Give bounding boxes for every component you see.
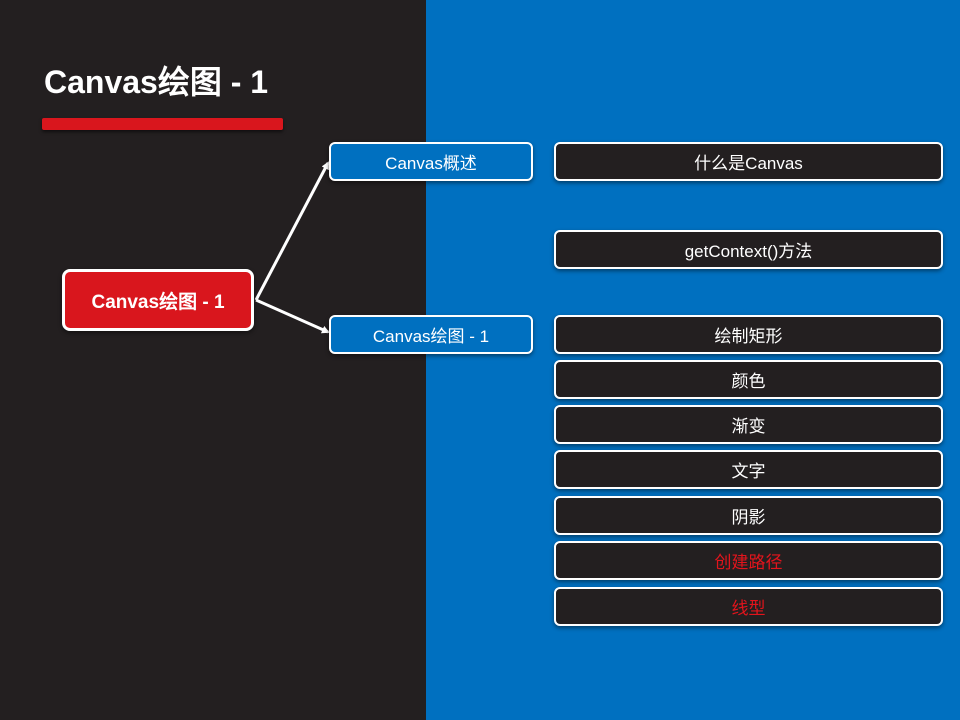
leaf-node: 文字 [554, 450, 943, 489]
leaf-node: getContext()方法 [554, 230, 943, 269]
leaf-node: 创建路径 [554, 541, 943, 580]
title-underline [42, 118, 283, 130]
slide-title: Canvas绘图 - 1 [44, 64, 269, 100]
root-node: Canvas绘图 - 1 [62, 269, 254, 331]
leaf-node: 阴影 [554, 496, 943, 535]
leaf-node: 渐变 [554, 405, 943, 444]
branch-node-overview: Canvas概述 [329, 142, 533, 181]
leaf-node: 线型 [554, 587, 943, 626]
branch-node-drawing: Canvas绘图 - 1 [329, 315, 533, 354]
left-panel [0, 0, 426, 720]
leaf-node: 颜色 [554, 360, 943, 399]
leaf-node: 绘制矩形 [554, 315, 943, 354]
leaf-node: 什么是Canvas [554, 142, 943, 181]
